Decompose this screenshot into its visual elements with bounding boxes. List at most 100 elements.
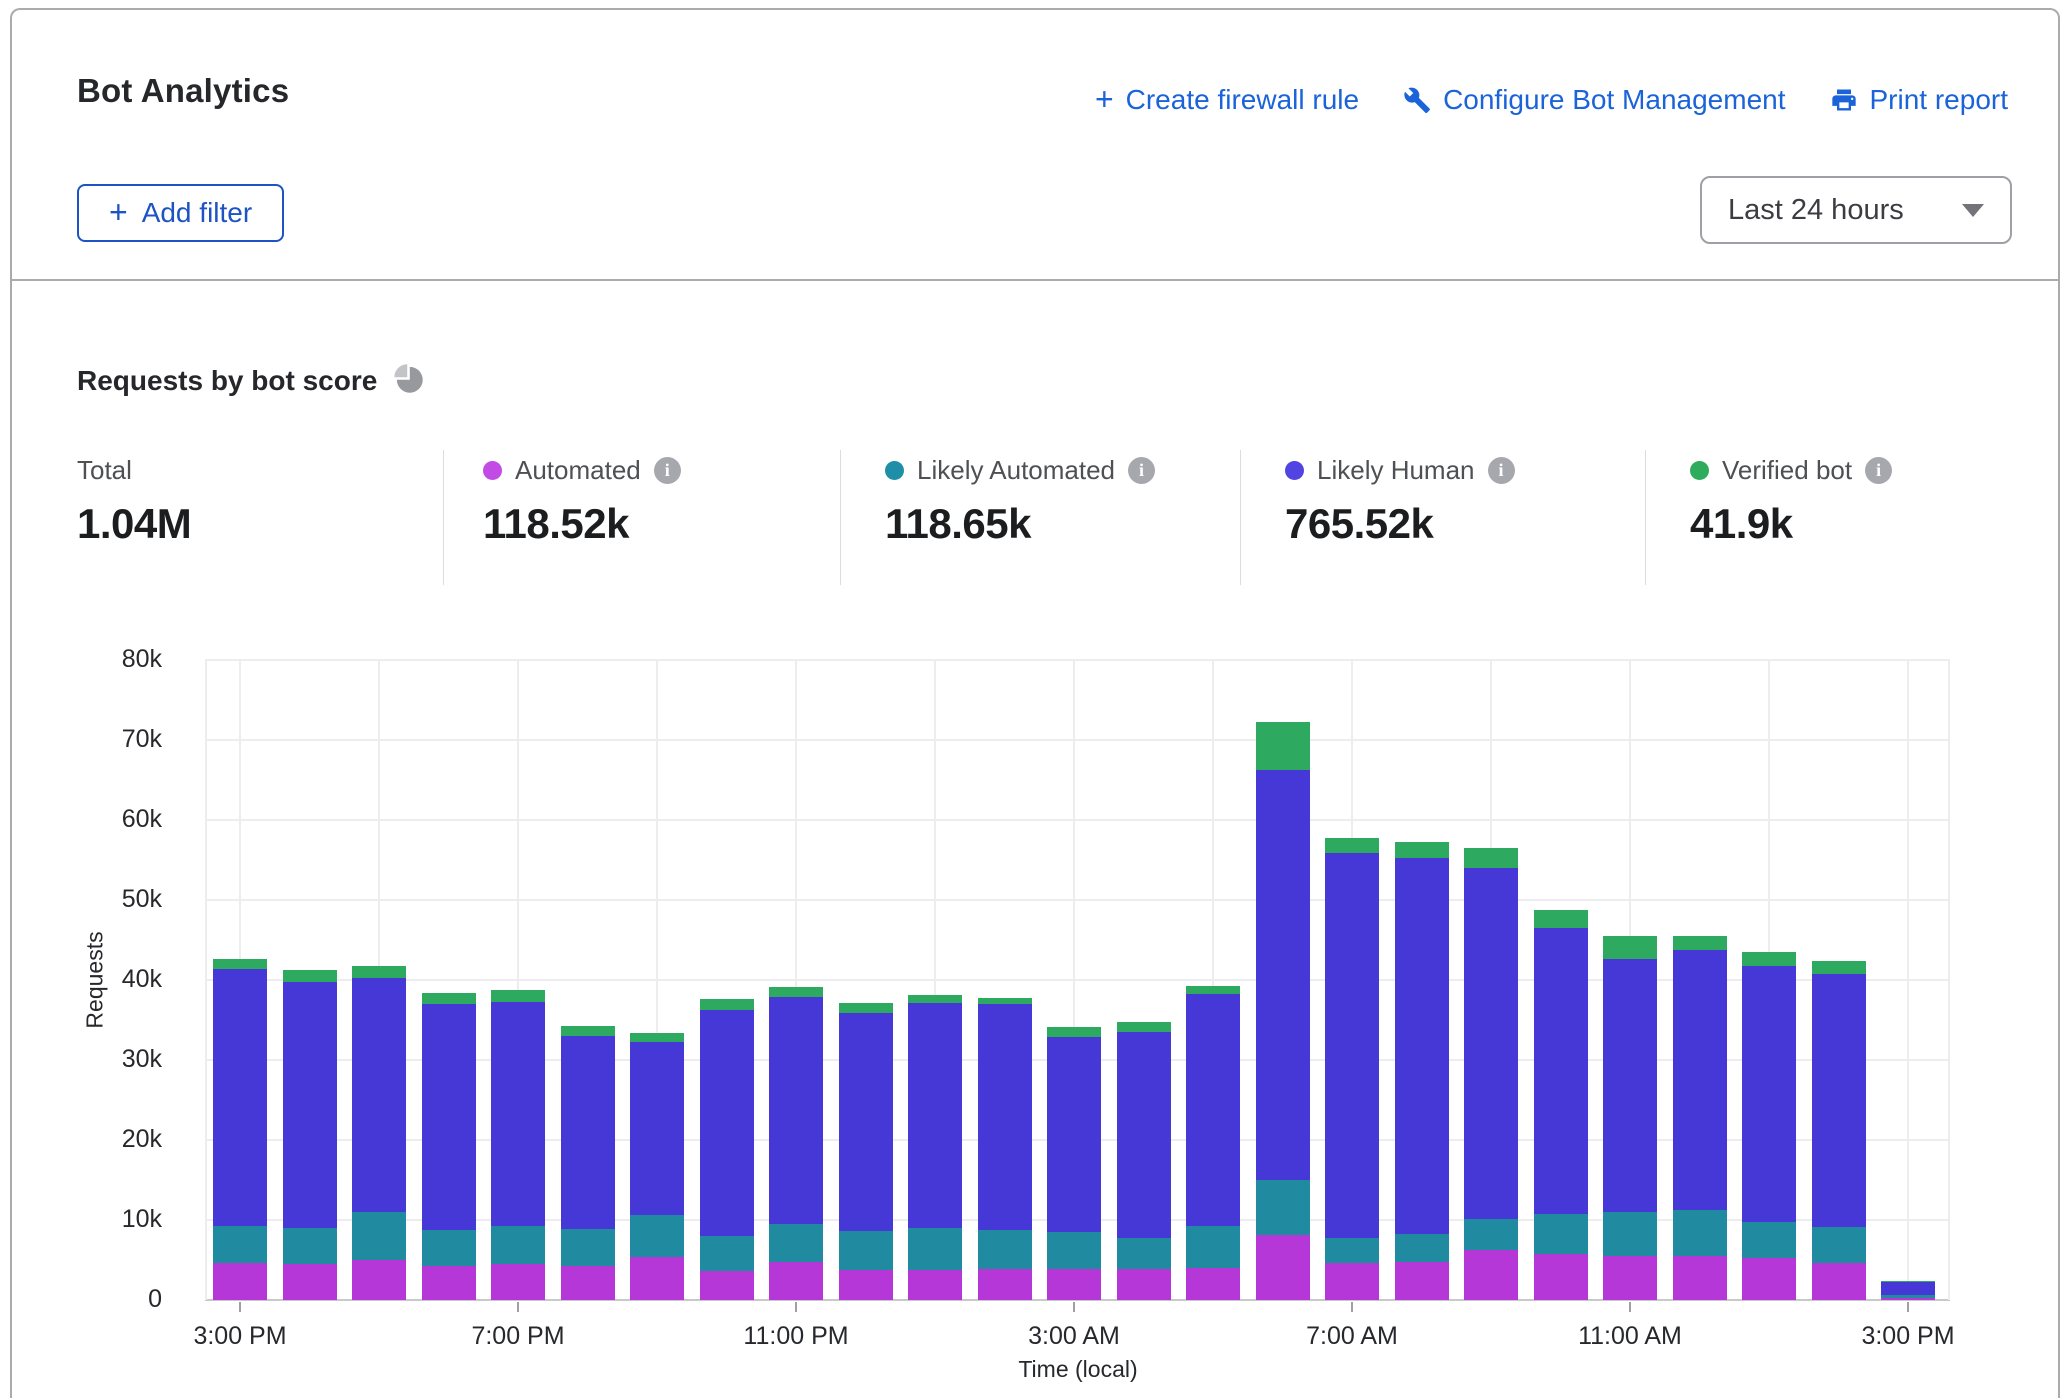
bar-8:00 PM-Likely Automated[interactable] [561,1229,615,1266]
bar-1:00 AM-Likely Automated[interactable] [908,1228,962,1270]
bar-7:00 PM-Likely Human[interactable] [491,1002,545,1226]
bar-7:00 AM-Likely Automated[interactable] [1325,1238,1379,1264]
bar-12:00 AM-Automated[interactable] [839,1270,893,1300]
bar-10:00 PM-Verified bot[interactable] [700,999,754,1009]
bar-2:00 PM-Likely Automated[interactable] [1812,1227,1866,1263]
bar-6:00 PM-Likely Human[interactable] [422,1004,476,1230]
bar-7:00 AM-Likely Human[interactable] [1325,853,1379,1238]
bar-2:00 PM-Automated[interactable] [1812,1263,1866,1300]
bar-10:00 AM-Automated[interactable] [1534,1254,1588,1300]
bar-4:00 AM-Automated[interactable] [1117,1269,1171,1300]
bar-5:00 PM-Automated[interactable] [352,1260,406,1300]
bar-4:00 AM-Likely Human[interactable] [1117,1032,1171,1238]
bar-10:00 AM-Likely Human[interactable] [1534,928,1588,1214]
bar-7:00 PM-Automated[interactable] [491,1264,545,1300]
bar-9:00 AM-Verified bot[interactable] [1464,848,1518,868]
bar-10:00 PM-Likely Human[interactable] [700,1010,754,1236]
bar-5:00 PM-Verified bot[interactable] [352,966,406,978]
bar-2:00 AM-Verified bot[interactable] [978,998,1032,1004]
bar-1:00 AM-Verified bot[interactable] [908,995,962,1003]
bar-1:00 PM-Likely Human[interactable] [1742,966,1796,1222]
bar-9:00 AM-Automated[interactable] [1464,1250,1518,1300]
bar-5:00 AM-Likely Automated[interactable] [1186,1226,1240,1268]
bar-3:00 AM-Likely Automated[interactable] [1047,1232,1101,1269]
bar-4:00 PM-Likely Automated[interactable] [283,1228,337,1264]
bar-9:00 PM-Automated[interactable] [630,1257,684,1300]
bar-11:00 PM-Likely Human[interactable] [769,997,823,1224]
bar-7:00 AM-Automated[interactable] [1325,1263,1379,1300]
bar-10:00 PM-Automated[interactable] [700,1271,754,1300]
bar-5:00 AM-Likely Human[interactable] [1186,994,1240,1227]
bar-8:00 PM-Automated[interactable] [561,1266,615,1300]
bar-3:00 PM-Automated[interactable] [1881,1298,1935,1300]
bar-7:00 PM-Likely Automated[interactable] [491,1226,545,1264]
bar-2:00 AM-Automated[interactable] [978,1269,1032,1300]
bar-8:00 AM-Automated[interactable] [1395,1262,1449,1300]
bar-3:00 AM-Likely Human[interactable] [1047,1037,1101,1232]
bar-3:00 PM-Automated[interactable] [213,1263,267,1300]
bar-12:00 PM-Automated[interactable] [1673,1256,1727,1300]
bar-11:00 PM-Verified bot[interactable] [769,987,823,997]
bar-6:00 AM-Automated[interactable] [1256,1235,1310,1300]
bar-11:00 PM-Automated[interactable] [769,1262,823,1300]
bar-3:00 PM-Verified bot[interactable] [213,959,267,969]
bar-6:00 AM-Verified bot[interactable] [1256,722,1310,769]
bar-1:00 PM-Likely Automated[interactable] [1742,1222,1796,1258]
bar-5:00 PM-Likely Human[interactable] [352,978,406,1212]
bar-3:00 AM-Verified bot[interactable] [1047,1027,1101,1037]
bar-12:00 AM-Verified bot[interactable] [839,1003,893,1013]
bar-12:00 AM-Likely Automated[interactable] [839,1231,893,1269]
bar-10:00 AM-Likely Automated[interactable] [1534,1214,1588,1255]
bar-1:00 AM-Automated[interactable] [908,1270,962,1300]
bar-9:00 PM-Likely Human[interactable] [630,1042,684,1215]
bar-10:00 PM-Likely Automated[interactable] [700,1236,754,1271]
bar-9:00 AM-Likely Automated[interactable] [1464,1219,1518,1250]
bar-3:00 PM-Likely Automated[interactable] [1881,1295,1935,1297]
bar-11:00 AM-Likely Human[interactable] [1603,959,1657,1212]
bar-1:00 AM-Likely Human[interactable] [908,1003,962,1228]
bar-12:00 PM-Likely Automated[interactable] [1673,1210,1727,1256]
bar-1:00 PM-Verified bot[interactable] [1742,952,1796,966]
bar-6:00 PM-Likely Automated[interactable] [422,1230,476,1267]
bar-2:00 AM-Likely Automated[interactable] [978,1230,1032,1268]
bar-11:00 AM-Automated[interactable] [1603,1256,1657,1300]
bar-4:00 PM-Likely Human[interactable] [283,982,337,1228]
bar-1:00 PM-Automated[interactable] [1742,1258,1796,1300]
bar-8:00 PM-Verified bot[interactable] [561,1026,615,1036]
bar-3:00 PM-Likely Automated[interactable] [213,1226,267,1263]
bar-6:00 PM-Automated[interactable] [422,1266,476,1300]
bar-6:00 PM-Verified bot[interactable] [422,993,476,1004]
bar-4:00 PM-Automated[interactable] [283,1264,337,1300]
bar-12:00 PM-Verified bot[interactable] [1673,936,1727,950]
bar-8:00 AM-Likely Automated[interactable] [1395,1234,1449,1262]
bar-5:00 AM-Automated[interactable] [1186,1268,1240,1300]
bar-6:00 AM-Likely Automated[interactable] [1256,1180,1310,1235]
bar-12:00 PM-Likely Human[interactable] [1673,950,1727,1209]
bar-8:00 PM-Likely Human[interactable] [561,1036,615,1229]
bar-7:00 PM-Verified bot[interactable] [491,990,545,1002]
bar-9:00 AM-Likely Human[interactable] [1464,868,1518,1219]
bar-8:00 AM-Verified bot[interactable] [1395,842,1449,859]
bar-2:00 AM-Likely Human[interactable] [978,1004,1032,1230]
bar-6:00 AM-Likely Human[interactable] [1256,770,1310,1180]
bar-8:00 AM-Likely Human[interactable] [1395,858,1449,1233]
bar-2:00 PM-Likely Human[interactable] [1812,974,1866,1228]
bar-4:00 PM-Verified bot[interactable] [283,970,337,981]
bar-5:00 PM-Likely Automated[interactable] [352,1212,406,1260]
bar-10:00 AM-Verified bot[interactable] [1534,910,1588,928]
bar-4:00 AM-Likely Automated[interactable] [1117,1238,1171,1268]
bar-12:00 AM-Likely Human[interactable] [839,1013,893,1231]
bar-11:00 PM-Likely Automated[interactable] [769,1224,823,1262]
bar-4:00 AM-Verified bot[interactable] [1117,1022,1171,1032]
bar-5:00 AM-Verified bot[interactable] [1186,986,1240,994]
bar-3:00 PM-Likely Human[interactable] [213,969,267,1227]
bar-2:00 PM-Verified bot[interactable] [1812,961,1866,974]
bar-9:00 PM-Verified bot[interactable] [630,1033,684,1043]
bar-3:00 PM-Verified bot[interactable] [1881,1281,1935,1282]
bar-11:00 AM-Verified bot[interactable] [1603,936,1657,959]
bar-11:00 AM-Likely Automated[interactable] [1603,1212,1657,1256]
bar-3:00 AM-Automated[interactable] [1047,1269,1101,1300]
bar-3:00 PM-Likely Human[interactable] [1881,1282,1935,1296]
bar-9:00 PM-Likely Automated[interactable] [630,1215,684,1257]
bar-7:00 AM-Verified bot[interactable] [1325,838,1379,853]
